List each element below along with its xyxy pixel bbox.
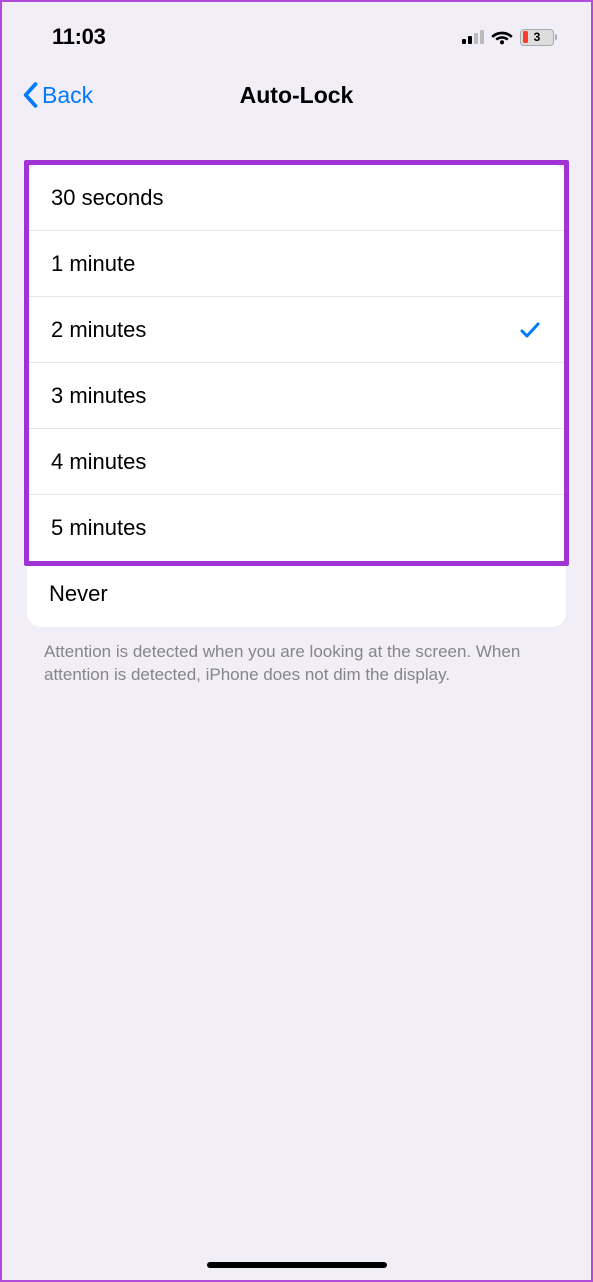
wifi-icon: [491, 29, 513, 45]
option-label: Never: [49, 581, 108, 607]
home-indicator[interactable]: [207, 1262, 387, 1268]
battery-percent: 3: [534, 30, 541, 44]
option-never[interactable]: Never: [27, 561, 566, 627]
option-label: 4 minutes: [51, 449, 146, 475]
status-bar: 11:03 3: [2, 2, 591, 62]
highlight-annotation: 30 seconds 1 minute 2 minutes 3 minutes …: [24, 160, 569, 566]
content: 30 seconds 1 minute 2 minutes 3 minutes …: [2, 126, 591, 687]
navigation-bar: Back Auto-Lock: [2, 62, 591, 126]
page-title: Auto-Lock: [240, 82, 354, 109]
options-list-lower: Never: [27, 561, 566, 627]
footer-description: Attention is detected when you are looki…: [2, 627, 591, 687]
cellular-signal-icon: [462, 30, 484, 44]
status-icons: 3: [462, 29, 557, 46]
option-label: 30 seconds: [51, 185, 164, 211]
option-5-minutes[interactable]: 5 minutes: [29, 495, 564, 561]
back-label: Back: [42, 82, 93, 109]
option-label: 5 minutes: [51, 515, 146, 541]
option-label: 3 minutes: [51, 383, 146, 409]
checkmark-icon: [518, 318, 542, 342]
option-label: 2 minutes: [51, 317, 146, 343]
options-list: 30 seconds 1 minute 2 minutes 3 minutes …: [29, 165, 564, 561]
battery-icon: 3: [520, 29, 557, 46]
option-2-minutes[interactable]: 2 minutes: [29, 297, 564, 363]
option-4-minutes[interactable]: 4 minutes: [29, 429, 564, 495]
option-label: 1 minute: [51, 251, 135, 277]
option-30-seconds[interactable]: 30 seconds: [29, 165, 564, 231]
chevron-left-icon: [22, 82, 38, 108]
option-1-minute[interactable]: 1 minute: [29, 231, 564, 297]
back-button[interactable]: Back: [22, 82, 93, 109]
status-time: 11:03: [52, 24, 106, 50]
option-3-minutes[interactable]: 3 minutes: [29, 363, 564, 429]
